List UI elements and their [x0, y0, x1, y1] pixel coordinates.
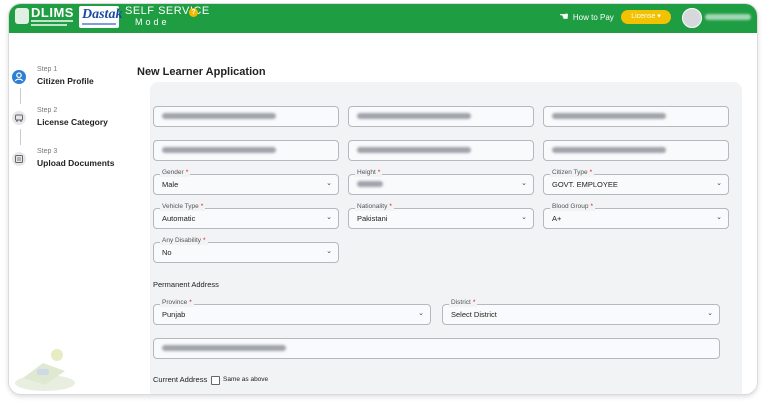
nationality-value: Pakistani — [357, 214, 388, 223]
gender-select[interactable]: Gender * Male ⌄ — [153, 169, 339, 195]
disability-value: No — [162, 248, 172, 257]
blurred-value — [162, 147, 277, 153]
blurred-text-field[interactable] — [543, 106, 729, 127]
hand-pay-icon: ☚ — [559, 11, 569, 23]
license-menu-button[interactable]: License ▾ — [621, 10, 671, 24]
step-title: Citizen Profile — [37, 76, 94, 86]
how-to-pay-label: How to Pay — [572, 12, 614, 22]
district-select[interactable]: District * Select District ⌄ — [442, 299, 720, 325]
user-name-blurred[interactable] — [705, 14, 751, 20]
step-connector — [20, 129, 21, 145]
height-value-blurred — [357, 181, 383, 187]
chevron-down-icon: ⌄ — [716, 180, 722, 187]
dastak-tagline — [82, 23, 116, 25]
blood-group-label: Blood Group * — [550, 203, 596, 211]
citizen-type-value: GOVT. EMPLOYEE — [552, 180, 618, 189]
decorative-illustration — [15, 349, 75, 391]
blurred-text-field[interactable] — [348, 106, 534, 127]
province-select[interactable]: Province * Punjab ⌄ — [153, 299, 431, 325]
blurred-text-field[interactable] — [153, 106, 339, 127]
blurred-text-field[interactable] — [153, 140, 339, 161]
step-number: Step 3 — [37, 148, 58, 155]
user-icon — [12, 70, 26, 84]
step-sidebar: Step 1 Citizen Profile Step 2 License Ca… — [9, 33, 126, 394]
disability-select[interactable]: Any Disability * No ⌄ — [153, 237, 339, 263]
vehicle-type-label: Vehicle Type * — [160, 203, 206, 211]
blurred-value — [162, 345, 287, 351]
citizen-type-select[interactable]: Citizen Type * GOVT. EMPLOYEE ⌄ — [543, 169, 729, 195]
blurred-text-field[interactable] — [348, 140, 534, 161]
dlims-logo[interactable]: DLIMS — [31, 5, 74, 20]
disability-label: Any Disability * — [160, 237, 208, 245]
document-icon — [12, 152, 26, 166]
step-connector — [20, 88, 21, 104]
chevron-down-icon: ⌄ — [326, 180, 332, 187]
page-title: New Learner Application — [137, 66, 266, 78]
car-icon — [12, 111, 26, 125]
permanent-address-field[interactable] — [153, 338, 720, 359]
main-content: New Learner Application Gender * Male ⌄ H… — [126, 33, 757, 394]
step-number: Step 2 — [37, 107, 58, 114]
chevron-down-icon: ⌄ — [326, 248, 332, 255]
blurred-value — [552, 113, 667, 119]
help-icon[interactable]: ? — [189, 8, 198, 17]
height-select[interactable]: Height * ⌄ — [348, 169, 534, 195]
user-avatar[interactable] — [682, 8, 702, 28]
form-card: Gender * Male ⌄ Height * ⌄ Citizen Type * G… — [150, 82, 742, 394]
chevron-down-icon: ⌄ — [521, 214, 527, 221]
blurred-value — [552, 147, 667, 153]
blood-group-value: A+ — [552, 214, 562, 223]
dastak-logo: Dastak — [82, 7, 123, 22]
logo-subtitle-line — [31, 24, 67, 26]
blood-group-select[interactable]: Blood Group * A+ ⌄ — [543, 203, 729, 229]
current-address-heading: Current Address — [153, 375, 208, 384]
permanent-address-heading: Permanent Address — [153, 280, 219, 289]
chevron-down-icon: ⌄ — [521, 180, 527, 187]
vehicle-type-value: Automatic — [162, 214, 196, 223]
chevron-down-icon: ⌄ — [716, 214, 722, 221]
citizen-type-label: Citizen Type * — [550, 169, 595, 177]
dlims-emblem-icon — [15, 8, 29, 24]
district-value: Select District — [451, 310, 497, 319]
blurred-value — [357, 147, 472, 153]
province-value: Punjab — [162, 310, 186, 319]
vehicle-type-select[interactable]: Vehicle Type * Automatic ⌄ — [153, 203, 339, 229]
province-label: Province * — [160, 299, 194, 307]
nationality-label: Nationality * — [355, 203, 394, 211]
step-number: Step 1 — [37, 66, 58, 73]
same-as-above-checkbox[interactable] — [211, 376, 220, 385]
step-title: Upload Documents — [37, 158, 115, 168]
app-window: DLIMS Dastak SELF SERVICE Mode ? ☚ How t… — [9, 4, 757, 394]
gender-value: Male — [162, 180, 179, 189]
chevron-down-icon: ⌄ — [418, 310, 424, 317]
same-as-above-label: Same as above — [223, 376, 269, 383]
height-label: Height * — [355, 169, 383, 177]
blurred-text-field[interactable] — [543, 140, 729, 161]
logo-subtitle-line — [31, 20, 73, 22]
step-title: License Category — [37, 117, 108, 127]
chevron-down-icon: ⌄ — [326, 214, 332, 221]
blurred-value — [357, 113, 472, 119]
how-to-pay-link[interactable]: ☚ How to Pay — [559, 11, 614, 23]
mode-label: Mode — [135, 17, 170, 27]
district-label: District * — [449, 299, 478, 307]
top-navbar: DLIMS Dastak SELF SERVICE Mode ? ☚ How t… — [9, 4, 757, 33]
nationality-select[interactable]: Nationality * Pakistani ⌄ — [348, 203, 534, 229]
blurred-value — [162, 113, 277, 119]
chevron-down-icon: ⌄ — [707, 310, 713, 317]
gender-label: Gender * — [160, 169, 191, 177]
